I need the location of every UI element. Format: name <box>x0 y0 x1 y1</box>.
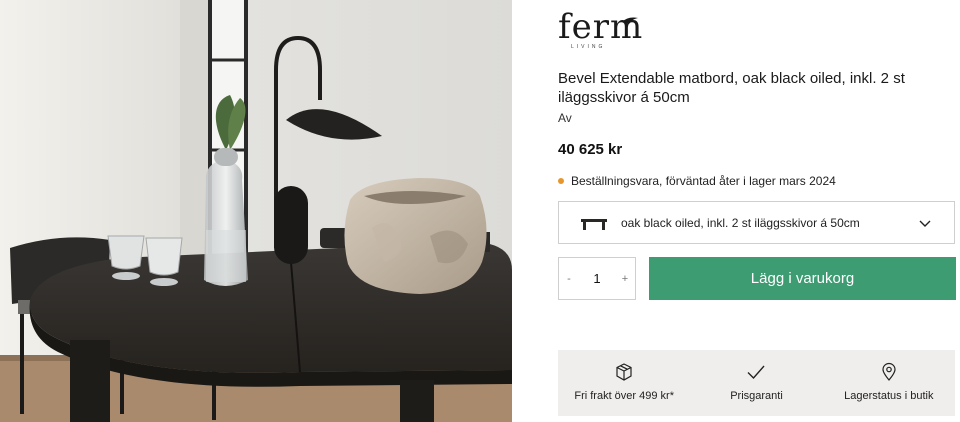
usp-label: Lagerstatus i butik <box>844 390 934 402</box>
bird-icon <box>622 17 638 24</box>
product-info-panel: ferm LIVING Bevel Extendable matbord, oa… <box>558 0 956 422</box>
quantity-input[interactable] <box>585 271 609 286</box>
table-thumbnail-icon <box>581 218 607 230</box>
product-byline: Av <box>558 111 572 125</box>
usp-item-free-shipping: Fri frakt över 499 kr* <box>558 350 690 416</box>
stock-status-dot-icon <box>558 178 564 184</box>
variant-selected-label: oak black oiled, inkl. 2 st iläggsskivor… <box>621 215 860 230</box>
usp-label: Prisgaranti <box>730 390 783 402</box>
box-icon <box>616 363 632 381</box>
variant-selector[interactable]: oak black oiled, inkl. 2 st iläggsskivor… <box>558 201 955 244</box>
quantity-stepper: - + <box>558 257 636 300</box>
stock-status: Beställningsvara, förväntad åter i lager… <box>558 174 836 188</box>
add-to-cart-button[interactable]: Lägg i varukorg <box>649 257 956 300</box>
brand-logo[interactable]: ferm LIVING <box>558 10 648 52</box>
checkmark-icon <box>747 365 766 380</box>
product-price: 40 625 kr <box>558 141 623 158</box>
quantity-decrease-button[interactable]: - <box>559 273 579 285</box>
location-pin-icon <box>882 362 896 381</box>
usp-item-price-guarantee: Prisgaranti <box>690 350 822 416</box>
stock-status-text: Beställningsvara, förväntad åter i lager… <box>571 174 836 188</box>
usp-bar: Fri frakt över 499 kr* Prisgaranti Lager… <box>558 350 955 416</box>
quantity-increase-button[interactable]: + <box>615 273 635 285</box>
product-image <box>0 0 512 422</box>
brand-logo-subtext: LIVING <box>571 44 606 50</box>
chevron-down-icon <box>919 220 931 227</box>
usp-label: Fri frakt över 499 kr* <box>574 390 674 402</box>
usp-item-store-stock[interactable]: Lagerstatus i butik <box>823 350 955 416</box>
product-title: Bevel Extendable matbord, oak black oile… <box>558 70 905 106</box>
